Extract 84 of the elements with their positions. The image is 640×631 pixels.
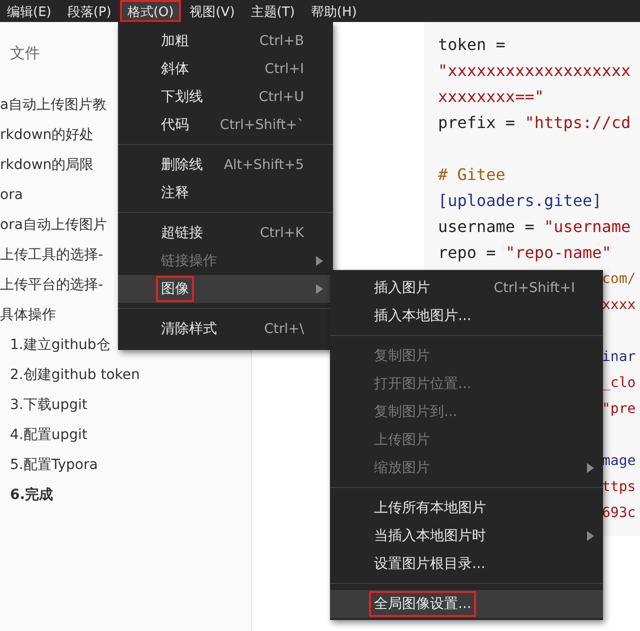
- shortcut-text: Ctrl+K: [260, 225, 304, 241]
- menu-item-label: 删除线: [160, 156, 204, 175]
- menu-item[interactable]: 下划线 Ctrl+U: [118, 83, 333, 111]
- menu-item-label: 复制图片: [373, 347, 431, 366]
- outline-item[interactable]: rkdown的局限: [0, 150, 94, 180]
- menu-item[interactable]: 注释: [118, 179, 333, 207]
- code-text: mage: [602, 453, 636, 469]
- outline-item[interactable]: 具体操作: [0, 300, 56, 330]
- menu-item-label: 当插入本地图片时: [373, 527, 487, 546]
- code-text: xxxx: [602, 297, 636, 313]
- outline-item[interactable]: ora: [0, 180, 23, 210]
- menu-item-label: 插入图片: [373, 279, 431, 298]
- code-text: # Gitee: [438, 165, 506, 184]
- code-text: "pre: [602, 401, 636, 417]
- menu-bar-item[interactable]: 格式(O): [120, 0, 181, 22]
- menu-item-label: 打开图片位置...: [373, 375, 472, 394]
- menu-item-label: 插入本地图片...: [373, 307, 472, 326]
- code-text: token =: [438, 35, 506, 54]
- code-text: 693c: [602, 505, 636, 521]
- menu-bar-item[interactable]: 帮助(H): [304, 0, 364, 22]
- sidebar-title[interactable]: 文件: [0, 42, 40, 64]
- code-text: _clo: [602, 375, 636, 391]
- menu-item[interactable]: 插入本地图片...: [330, 302, 603, 330]
- shortcut-text: Ctrl+I: [264, 61, 304, 77]
- menu-item-label: 链接操作: [160, 252, 218, 271]
- outline-item[interactable]: 2.创建github token: [0, 360, 140, 390]
- menu-item-label: 全局图像设置...: [369, 591, 476, 617]
- outline-item[interactable]: 3.下载upgit: [0, 390, 88, 420]
- menu-item-label: 复制图片到...: [373, 403, 458, 422]
- shortcut-text: Ctrl+Shift+I: [494, 280, 575, 296]
- menu-item-label: 上传图片: [373, 431, 431, 450]
- menu-item-label: 超链接: [160, 224, 204, 243]
- code-text: username =: [438, 217, 536, 236]
- shortcut-text: Ctrl+\: [264, 321, 304, 337]
- shortcut-text: Ctrl+B: [259, 33, 304, 49]
- outline-item[interactable]: 上传工具的选择-: [0, 240, 104, 270]
- shortcut-text: Ctrl+U: [258, 89, 304, 105]
- code-text: com/: [602, 271, 636, 287]
- menu-item-label: 代码: [160, 116, 190, 135]
- menu-item-label: 下划线: [160, 88, 204, 107]
- code-text: prefix =: [438, 113, 516, 132]
- menu-item[interactable]: 全局图像设置...: [330, 590, 603, 618]
- code-text: xxxxxxxx==": [438, 87, 544, 106]
- code-text: [uploaders.gitee]: [438, 191, 602, 210]
- outline-item[interactable]: ora自动上传图片: [0, 210, 107, 240]
- menu-item[interactable]: 上传所有本地图片: [330, 494, 603, 522]
- menu-item-label: 设置图片根目录...: [373, 555, 486, 574]
- code-text: repo =: [438, 243, 497, 262]
- menu-item[interactable]: 清除样式 Ctrl+\: [118, 315, 333, 343]
- code-text: "username: [544, 217, 631, 236]
- outline-item[interactable]: a自动上传图片教: [0, 90, 107, 120]
- menu-bar-item[interactable]: 主题(T): [244, 0, 302, 22]
- outline-item[interactable]: 4.配置upgit: [0, 420, 88, 450]
- menu-bar-item[interactable]: 视图(V): [182, 0, 242, 22]
- code-text: ttps: [602, 479, 636, 495]
- code-text: "repo-name": [505, 243, 612, 262]
- menu-item[interactable]: 斜体 Ctrl+I: [118, 55, 333, 83]
- menu-item[interactable]: 删除线 Alt+Shift+5: [118, 151, 333, 179]
- menu-item[interactable]: 加粗 Ctrl+B: [118, 27, 333, 55]
- menu-item-label: 清除样式: [160, 320, 218, 339]
- menu-item[interactable]: 图像: [118, 275, 333, 303]
- menu-item-label: 缩放图片: [373, 459, 431, 478]
- code-text: inar: [602, 349, 636, 365]
- outline-item[interactable]: 上传平台的选择-: [0, 270, 104, 300]
- outline-item[interactable]: 6.完成: [0, 480, 54, 510]
- menu-item-label: 注释: [160, 184, 190, 203]
- code-text: "xxxxxxxxxxxxxxxxxxx: [438, 61, 631, 80]
- menu-bar-item[interactable]: 段落(P): [60, 0, 118, 22]
- menu-bar-item[interactable]: 编辑(E): [0, 0, 58, 22]
- menu-item-label: 图像: [156, 276, 194, 302]
- menu-item[interactable]: 超链接 Ctrl+K: [118, 219, 333, 247]
- shortcut-text: Ctrl+Shift+`: [220, 117, 304, 133]
- menu-item[interactable]: 当插入本地图片时: [330, 522, 603, 550]
- outline-item[interactable]: rkdown的好处: [0, 120, 94, 150]
- code-text: "https://cd: [524, 113, 631, 132]
- outline-item[interactable]: 1.建立github仓: [0, 330, 110, 360]
- menu-item-label: 上传所有本地图片: [373, 499, 487, 518]
- menu-item-label: 斜体: [160, 60, 190, 79]
- menu-item-label: 加粗: [160, 32, 190, 51]
- menu-item[interactable]: 设置图片根目录...: [330, 550, 603, 578]
- menu-item[interactable]: 代码 Ctrl+Shift+`: [118, 111, 333, 139]
- shortcut-text: Alt+Shift+5: [224, 157, 304, 173]
- outline-item[interactable]: 5.配置Typora: [0, 450, 98, 480]
- menu-item[interactable]: 插入图片 Ctrl+Shift+I: [330, 274, 603, 302]
